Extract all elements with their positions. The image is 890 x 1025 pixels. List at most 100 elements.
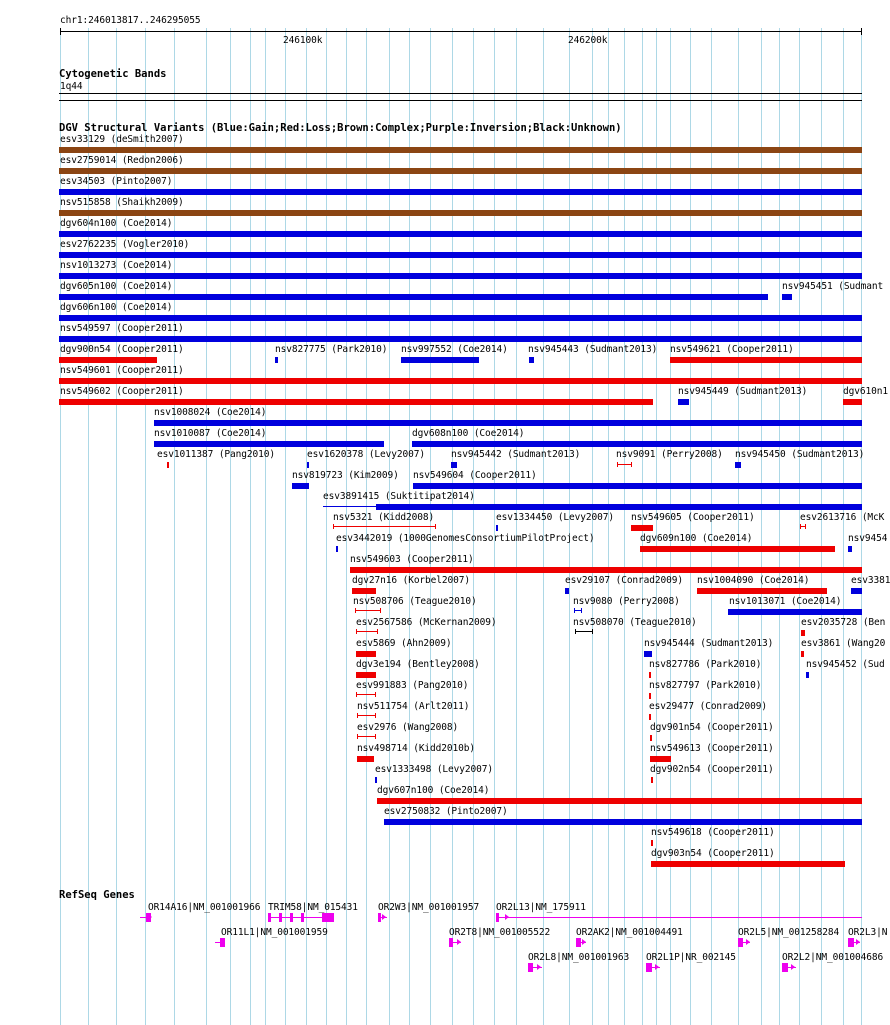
variant-label[interactable]: nsv9091 (Perry2008) — [616, 449, 723, 460]
variant-bar[interactable] — [59, 336, 862, 342]
variant-bar[interactable] — [843, 399, 862, 405]
variant-label[interactable]: nsv549613 (Cooper2011) — [650, 743, 774, 754]
variant-bar[interactable] — [401, 357, 479, 363]
variant-label[interactable]: nsv508070 (Teague2010) — [573, 617, 697, 628]
variant-range[interactable] — [357, 715, 376, 716]
gene-label[interactable]: TRIM58|NM_015431 — [268, 902, 358, 913]
variant-label[interactable]: nsv827775 (Park2010) — [275, 344, 387, 355]
gene-label[interactable]: OR2L2|NM_001004686 — [782, 952, 883, 963]
variant-label[interactable]: nsv1013071 (Coe2014) — [729, 596, 841, 607]
variant-label[interactable]: dgv27n16 (Korbel2007) — [352, 575, 470, 586]
variant-bar[interactable] — [356, 672, 376, 678]
variant-label[interactable]: nsv9080 (Perry2008) — [573, 596, 680, 607]
variant-bar[interactable] — [670, 357, 862, 363]
variant-bar[interactable] — [565, 588, 569, 594]
variant-bar[interactable] — [801, 651, 804, 657]
variant-label[interactable]: dgv605n100 (Coe2014) — [60, 281, 172, 292]
variant-label[interactable]: nsv1008024 (Coe2014) — [154, 407, 266, 418]
variant-label[interactable]: nsv827786 (Park2010) — [649, 659, 761, 670]
variant-label[interactable]: nsv508706 (Teague2010) — [353, 596, 477, 607]
variant-bar[interactable] — [59, 189, 862, 195]
variant-label[interactable]: nsv549604 (Cooper2011) — [413, 470, 537, 481]
variant-label[interactable]: dgv604n100 (Coe2014) — [60, 218, 172, 229]
variant-label[interactable]: dgv610n1 — [843, 386, 888, 397]
variant-range[interactable] — [355, 610, 381, 611]
variant-bar[interactable] — [376, 504, 862, 510]
variant-label[interactable]: nsv827797 (Park2010) — [649, 680, 761, 691]
variant-bar[interactable] — [59, 294, 768, 300]
variant-bar[interactable] — [384, 819, 862, 825]
variant-label[interactable]: dgv607n100 (Coe2014) — [377, 785, 489, 796]
gene-exon[interactable] — [528, 963, 533, 972]
variant-label[interactable]: nsv945442 (Sudmant2013) — [451, 449, 580, 460]
variant-label[interactable]: nsv9454 — [848, 533, 887, 544]
variant-bar[interactable] — [377, 798, 862, 804]
variant-label[interactable]: dgv609n100 (Coe2014) — [640, 533, 752, 544]
variant-bar[interactable] — [59, 357, 157, 363]
variant-label[interactable]: nsv549603 (Cooper2011) — [350, 554, 474, 565]
gene-exon[interactable] — [301, 913, 304, 922]
variant-label[interactable]: nsv945450 (Sudmant2013) — [735, 449, 864, 460]
variant-bar[interactable] — [375, 777, 377, 783]
variant-range[interactable] — [357, 736, 376, 737]
variant-bar[interactable] — [59, 315, 862, 321]
gene-label[interactable]: OR2L13|NM_175911 — [496, 902, 586, 913]
variant-label[interactable]: esv3442019 (1000GenomesConsortiumPilotPr… — [336, 533, 595, 544]
variant-label[interactable]: nsv549601 (Cooper2011) — [60, 365, 184, 376]
variant-bar[interactable] — [801, 630, 805, 636]
variant-bar[interactable] — [59, 231, 862, 237]
variant-label[interactable]: esv2567586 (McKernan2009) — [356, 617, 497, 628]
gene-label[interactable]: OR2AK2|NM_001004491 — [576, 927, 683, 938]
gene-label[interactable]: OR2W3|NM_001001957 — [378, 902, 479, 913]
variant-bar[interactable] — [735, 462, 741, 468]
variant-label[interactable]: esv2613716 (McK — [800, 512, 884, 523]
variant-label[interactable]: esv2750832 (Pinto2007) — [384, 806, 508, 817]
variant-label[interactable]: dgv902n54 (Cooper2011) — [650, 764, 774, 775]
variant-bar[interactable] — [848, 546, 852, 552]
variant-label[interactable]: nsv997552 (Coe2014) — [401, 344, 508, 355]
variant-label[interactable]: esv3381 — [851, 575, 890, 586]
variant-bar[interactable] — [631, 525, 653, 531]
variant-bar[interactable] — [451, 462, 457, 468]
variant-label[interactable]: nsv549597 (Cooper2011) — [60, 323, 184, 334]
variant-label[interactable]: dgv903n54 (Cooper2011) — [651, 848, 775, 859]
variant-bar[interactable] — [59, 168, 862, 174]
gene-label[interactable]: OR2L5|NM_001258284 — [738, 927, 839, 938]
cytoband-line[interactable] — [59, 100, 862, 101]
variant-bar[interactable] — [851, 588, 862, 594]
variant-label[interactable]: dgv900n54 (Cooper2011) — [60, 344, 184, 355]
variant-bar[interactable] — [650, 756, 671, 762]
variant-label[interactable]: nsv1004090 (Coe2014) — [697, 575, 809, 586]
variant-bar[interactable] — [357, 756, 374, 762]
gene-exon[interactable] — [322, 913, 334, 922]
variant-label[interactable]: esv29107 (Conrad2009) — [565, 575, 683, 586]
variant-label[interactable]: nsv1010087 (Coe2014) — [154, 428, 266, 439]
variant-label[interactable]: nsv945452 (Sud — [806, 659, 885, 670]
variant-label[interactable]: nsv549602 (Cooper2011) — [60, 386, 184, 397]
variant-range[interactable] — [333, 526, 436, 527]
gene-exon[interactable] — [496, 913, 499, 922]
variant-bar[interactable] — [678, 399, 689, 405]
variant-label[interactable]: nsv549605 (Cooper2011) — [631, 512, 755, 523]
variant-range[interactable] — [617, 464, 632, 465]
variant-bar[interactable] — [806, 672, 809, 678]
variant-label[interactable]: nsv549621 (Cooper2011) — [670, 344, 794, 355]
variant-bar[interactable] — [697, 588, 827, 594]
variant-label[interactable]: esv1334450 (Levy2007) — [496, 512, 614, 523]
gene-label[interactable]: OR2L1P|NR_002145 — [646, 952, 736, 963]
variant-bar[interactable] — [649, 714, 651, 720]
variant-bar[interactable] — [356, 651, 376, 657]
variant-label[interactable]: esv34503 (Pinto2007) — [60, 176, 172, 187]
gene-intron-line[interactable] — [268, 917, 330, 918]
variant-label[interactable]: nsv5321 (Kidd2008) — [333, 512, 434, 523]
variant-bar[interactable] — [651, 777, 653, 783]
gene-label[interactable]: OR2L8|NM_001001963 — [528, 952, 629, 963]
track-title-cytoband[interactable]: Cytogenetic Bands — [59, 68, 166, 80]
variant-bar[interactable] — [728, 609, 862, 615]
variant-label[interactable]: nsv945443 (Sudmant2013) — [528, 344, 657, 355]
variant-bar[interactable] — [649, 672, 651, 678]
variant-label[interactable]: dgv901n54 (Cooper2011) — [650, 722, 774, 733]
gene-exon[interactable] — [738, 938, 743, 947]
variant-bar[interactable] — [651, 861, 845, 867]
variant-label[interactable]: nsv549618 (Cooper2011) — [651, 827, 775, 838]
